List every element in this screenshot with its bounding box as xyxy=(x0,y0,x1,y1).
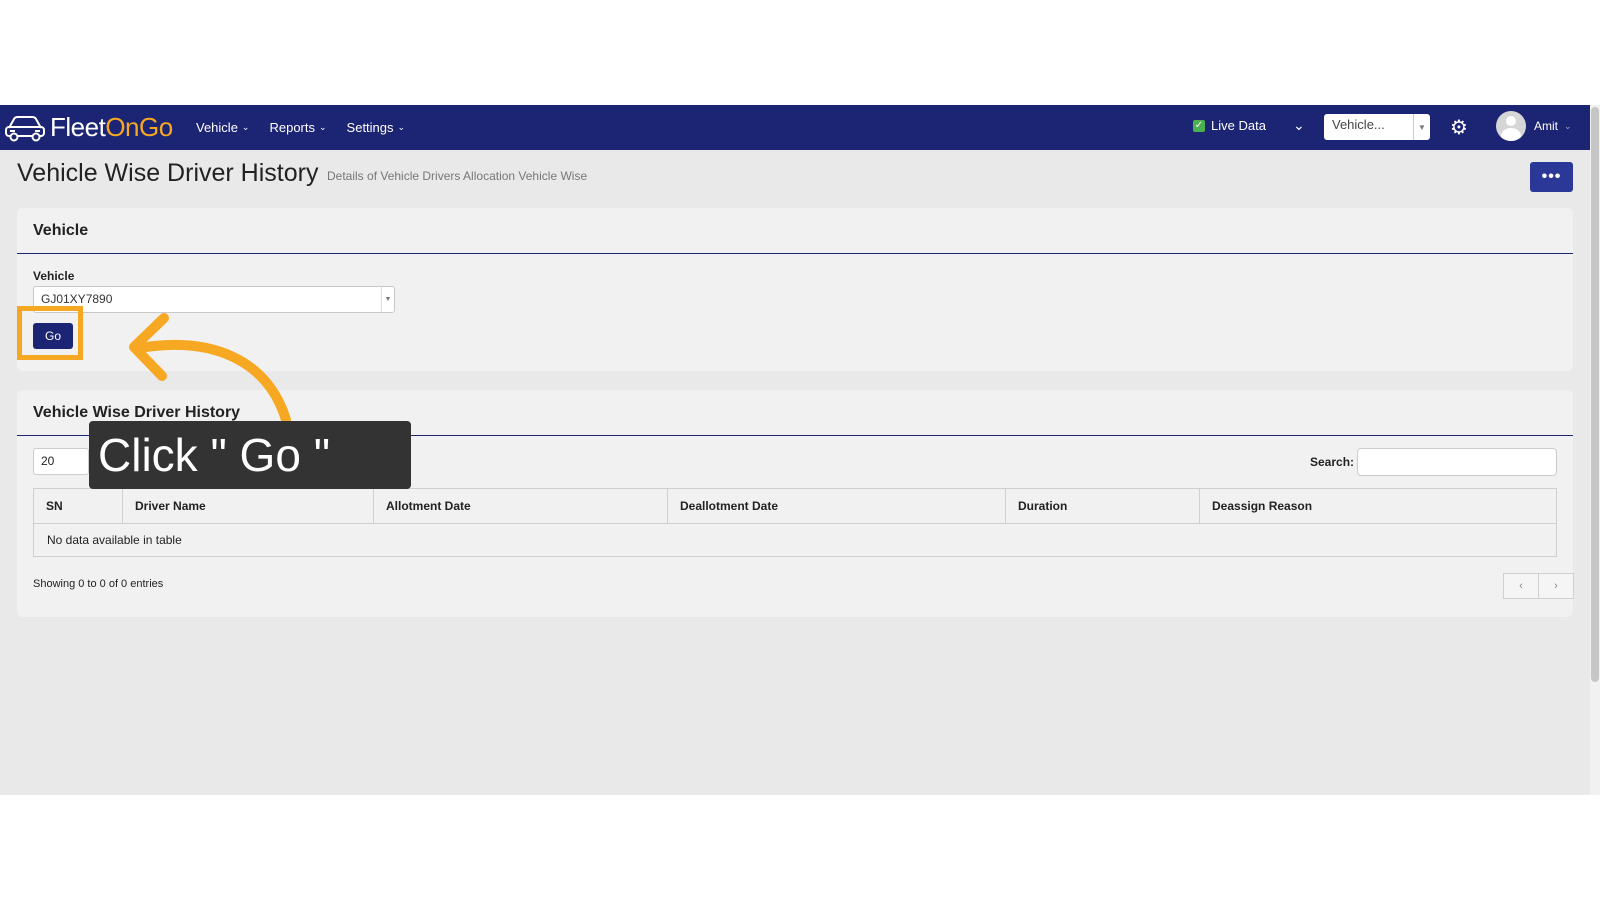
table-row: No data available in table xyxy=(33,523,1557,557)
chevron-down-icon: ⌄ xyxy=(241,122,250,132)
more-options-button[interactable]: ••• xyxy=(1530,162,1573,192)
page-length-select[interactable]: 20 xyxy=(33,448,89,475)
table-info: Showing 0 to 0 of 0 entries xyxy=(33,578,164,590)
chevron-down-icon[interactable]: ⌄ xyxy=(1293,117,1305,134)
user-name: Amit xyxy=(1534,119,1558,133)
vehicle-select[interactable]: GJ01XY7890 ▼ xyxy=(33,286,395,313)
page-title: Vehicle Wise Driver History xyxy=(17,159,319,187)
live-data-label: Live Data xyxy=(1211,118,1266,133)
chevron-down-icon: ⌄ xyxy=(1564,120,1572,131)
vehicle-quick-select[interactable]: Vehicle... ▼ xyxy=(1324,114,1430,140)
live-data-toggle[interactable]: ✓ Live Data xyxy=(1193,118,1266,133)
chevron-down-icon: ⌄ xyxy=(397,122,406,132)
column-header-sn[interactable]: SN xyxy=(33,488,123,524)
vehicle-filter-card: Vehicle Vehicle GJ01XY7890 ▼ Go xyxy=(17,208,1573,371)
table-header-row: SN Driver Name Allotment Date Deallotmen… xyxy=(33,488,1557,524)
previous-page-button[interactable]: ‹ xyxy=(1503,573,1539,599)
search-input[interactable] xyxy=(1357,448,1557,476)
column-header-deallotment-date[interactable]: Deallotment Date xyxy=(667,488,1006,524)
card-header: Vehicle xyxy=(17,208,1573,254)
column-header-allotment-date[interactable]: Allotment Date xyxy=(373,488,668,524)
nav-item-reports[interactable]: Reports ⌄ xyxy=(269,120,326,135)
column-header-deassign-reason[interactable]: Deassign Reason xyxy=(1199,488,1557,524)
avatar xyxy=(1496,111,1526,141)
scrollbar-thumb[interactable] xyxy=(1591,107,1599,682)
logo[interactable]: FleetOnGo xyxy=(4,111,173,143)
instruction-tooltip: Click " Go " xyxy=(89,421,411,489)
history-table: SN Driver Name Allotment Date Deallotmen… xyxy=(33,488,1557,557)
navbar: FleetOnGo Vehicle ⌄ Reports ⌄ Settings ⌄ ✓ … xyxy=(0,105,1590,150)
nav-item-vehicle[interactable]: Vehicle ⌄ xyxy=(196,120,249,135)
logo-text: FleetOnGo xyxy=(50,111,173,142)
vehicle-select-value: GJ01XY7890 xyxy=(41,292,113,306)
car-icon xyxy=(5,116,45,142)
page-scrollbar[interactable] xyxy=(1590,105,1600,795)
column-header-duration[interactable]: Duration xyxy=(1005,488,1200,524)
go-button-highlight xyxy=(17,306,83,360)
checkbox-checked-icon[interactable]: ✓ xyxy=(1193,119,1205,132)
next-page-button[interactable]: › xyxy=(1539,573,1574,599)
caret-down-icon: ▼ xyxy=(1413,114,1430,140)
vehicle-field-label: Vehicle xyxy=(33,269,75,283)
caret-down-icon: ▼ xyxy=(381,287,394,312)
gear-icon[interactable]: ⚙ xyxy=(1450,115,1468,140)
chevron-down-icon: ⌄ xyxy=(319,122,327,132)
page-subtitle: Details of Vehicle Drivers Allocation Ve… xyxy=(327,169,588,183)
user-menu[interactable]: Amit ⌄ xyxy=(1496,111,1572,141)
column-header-driver-name[interactable]: Driver Name xyxy=(122,488,374,524)
vehicle-quick-select-value: Vehicle... xyxy=(1332,117,1385,132)
nav-item-settings[interactable]: Settings ⌄ xyxy=(347,120,406,135)
pagination: ‹ › xyxy=(1503,573,1574,599)
empty-table-message: No data available in table xyxy=(33,523,1557,557)
search-label: Search: xyxy=(1310,455,1355,469)
nav-menu: Vehicle ⌄ Reports ⌄ Settings ⌄ xyxy=(196,105,425,150)
